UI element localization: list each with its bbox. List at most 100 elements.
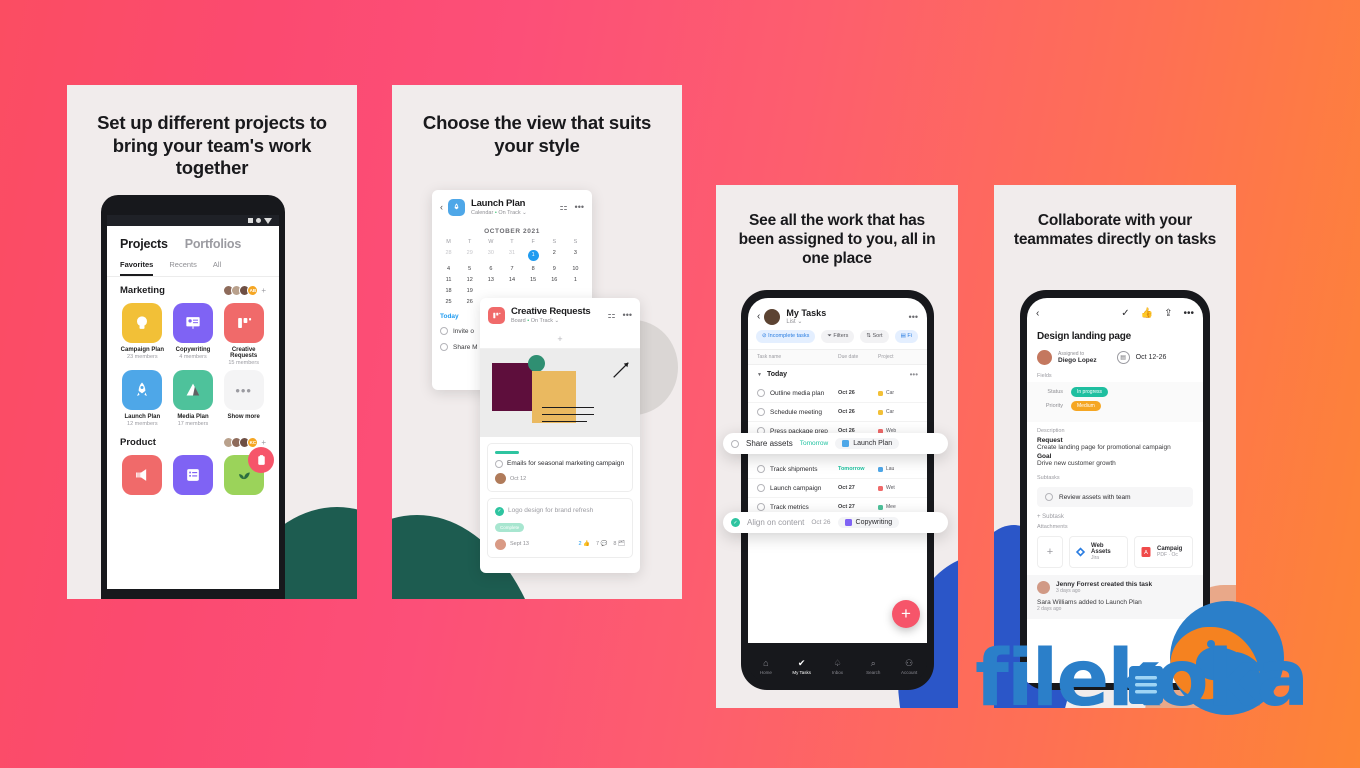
calendar-day[interactable]: 19 (459, 288, 480, 294)
calendar-day[interactable]: 13 (480, 277, 501, 283)
calendar-day[interactable]: 18 (438, 288, 459, 294)
calendar-day[interactable]: 10 (565, 266, 586, 272)
calendar-day[interactable]: 25 (438, 299, 459, 305)
calendar-day[interactable]: 2 (544, 250, 565, 261)
table-row[interactable]: Launch campaign Oct 27 Wet (748, 479, 927, 498)
calendar-day[interactable]: 26 (459, 299, 480, 305)
calendar-day[interactable]: 7 (501, 266, 522, 272)
nav-home[interactable]: ⌂ Home (748, 659, 784, 676)
check-circle-icon[interactable] (757, 503, 765, 511)
back-icon[interactable]: ‹ (757, 311, 760, 322)
add-task-fab[interactable]: + (892, 600, 920, 628)
sort-button[interactable]: ⇅ Sort (860, 330, 889, 343)
ellipsis-icon[interactable]: ••• (909, 312, 918, 322)
check-circle-filled-icon[interactable]: ✓ (731, 518, 740, 527)
check-circle-icon[interactable] (757, 389, 765, 397)
subtask-row[interactable]: Review assets with team (1037, 487, 1193, 507)
project-card[interactable]: Media Plan 17 members (171, 370, 216, 427)
attachment-item[interactable]: Web Assets Jira (1069, 536, 1128, 568)
project-card-show-more[interactable]: ••• Show more (221, 370, 266, 427)
check-circle-icon[interactable] (757, 408, 765, 416)
nav-search[interactable]: ⌕ Search (855, 659, 891, 676)
back-icon[interactable]: ‹ (1036, 308, 1039, 319)
tab-projects[interactable]: Projects (120, 237, 168, 251)
calendar-day[interactable]: 11 (438, 277, 459, 283)
check-circle-icon[interactable] (495, 460, 503, 468)
project-card[interactable]: Campaign Plan 23 members (120, 303, 165, 366)
check-icon[interactable]: ✓ (1121, 308, 1129, 319)
attachment-item[interactable]: A Campaig PDF · Oc (1134, 536, 1193, 568)
project-card[interactable] (171, 455, 216, 495)
project-card[interactable] (120, 455, 165, 495)
check-circle-icon[interactable] (1045, 493, 1053, 501)
calendar-day[interactable]: 30 (480, 250, 501, 261)
nav-my-tasks[interactable]: ✔ My Tasks (784, 659, 820, 676)
filter-icon[interactable]: ⚏ (559, 202, 567, 213)
ellipsis-icon[interactable]: ••• (910, 370, 918, 379)
calendar-day[interactable]: 31 (501, 250, 522, 261)
add-member-icon[interactable]: + (261, 286, 266, 295)
calendar-day[interactable]: 15 (523, 277, 544, 283)
project-card[interactable]: Creative Requests 15 members (221, 303, 266, 366)
ellipsis-icon[interactable]: ••• (623, 310, 632, 320)
filter-icon[interactable]: ⚏ (607, 310, 615, 321)
nav-account[interactable]: ⚇ Account (891, 659, 927, 676)
calendar-day[interactable]: 29 (459, 250, 480, 261)
calendar-day[interactable]: 28 (438, 250, 459, 261)
check-circle-icon[interactable] (757, 484, 765, 492)
field-priority[interactable]: Priority Medium (1037, 401, 1193, 411)
check-circle-icon[interactable] (440, 343, 448, 351)
check-circle-icon[interactable] (440, 327, 448, 335)
add-attachment-button[interactable]: + (1037, 536, 1063, 568)
chevron-down-icon[interactable]: ⌄ (555, 318, 560, 324)
share-icon[interactable]: ⇪ (1164, 308, 1172, 319)
ellipsis-icon[interactable]: ••• (1183, 308, 1194, 319)
ellipsis-icon[interactable]: ••• (575, 202, 584, 212)
table-row[interactable]: Outline media plan Oct 26 Car (748, 384, 927, 403)
table-row[interactable]: Schedule meeting Oct 26 Car (748, 403, 927, 422)
calendar-day[interactable]: 3 (565, 250, 586, 261)
project-card[interactable] (221, 447, 274, 495)
project-tag[interactable]: Copywriting (837, 517, 900, 528)
filter-button[interactable]: ⏷ Filters (821, 330, 855, 343)
calendar-day[interactable]: 1 (565, 277, 586, 283)
back-icon[interactable]: ‹ (440, 202, 443, 212)
calendar-day[interactable]: 8 (523, 266, 544, 272)
project-card[interactable]: Copywriting 4 members (171, 303, 216, 366)
add-task-badge-icon[interactable] (248, 447, 274, 473)
calendar-day[interactable]: 14 (501, 277, 522, 283)
fields-button[interactable]: ▤ Fi (894, 330, 918, 343)
check-circle-icon[interactable] (757, 465, 765, 473)
subtab-recents[interactable]: Recents (169, 260, 197, 276)
calendar-day[interactable]: 12 (459, 277, 480, 283)
floating-task-share-assets[interactable]: Share assets Tomorrow Launch Plan (723, 433, 948, 454)
field-status[interactable]: Status In progress (1037, 387, 1193, 397)
check-circle-filled-icon[interactable]: ✓ (495, 506, 504, 516)
calendar-icon[interactable]: ▤ (1116, 351, 1130, 364)
project-tag[interactable]: Launch Plan (835, 438, 900, 449)
calendar-day-selected[interactable]: 1 (523, 250, 544, 261)
avatar[interactable] (764, 308, 781, 325)
project-card[interactable]: Launch Plan 12 members (120, 370, 165, 427)
calendar-day[interactable]: 6 (480, 266, 501, 272)
calendar-day[interactable]: 4 (438, 266, 459, 272)
add-member-icon[interactable]: + (261, 438, 266, 447)
subtab-favorites[interactable]: Favorites (120, 260, 154, 276)
view-selector[interactable]: List ⌄ (786, 318, 826, 325)
thumbs-up-icon[interactable]: 👍 (1141, 308, 1153, 319)
tab-portfolios[interactable]: Portfolios (185, 237, 242, 251)
task-card[interactable]: Emails for seasonal marketing campaign O… (487, 443, 633, 493)
filter-incomplete-tasks[interactable]: ⊘ Incomplete tasks (756, 330, 816, 343)
nav-inbox[interactable]: ♤ Inbox (820, 659, 856, 676)
floating-task-align-on-content[interactable]: ✓ Align on content Oct 26 Copywriting (723, 512, 948, 533)
table-row[interactable]: Track shipments Tomorrow Lau (748, 460, 927, 479)
calendar-day[interactable]: 16 (544, 277, 565, 283)
avatar[interactable] (1037, 350, 1052, 365)
add-subtask-button[interactable]: + Subtask (1027, 510, 1203, 524)
check-circle-icon[interactable] (731, 439, 739, 448)
calendar-day[interactable]: 5 (459, 266, 480, 272)
section-today[interactable]: ▼ Today ••• (748, 365, 927, 384)
add-card-button[interactable]: + (480, 330, 640, 349)
subtab-all[interactable]: All (213, 260, 221, 276)
task-card[interactable]: ✓ Logo design for brand refresh Complete… (487, 498, 633, 558)
